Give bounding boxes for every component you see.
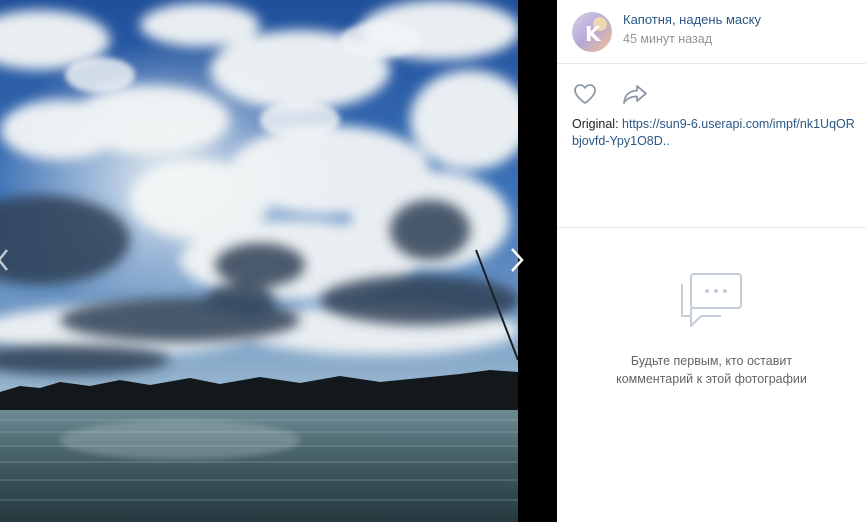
previous-photo-button[interactable] — [0, 240, 12, 280]
author-block: K Капотня, надень маску 45 минут назад — [557, 0, 866, 64]
like-button[interactable] — [572, 82, 598, 106]
avatar[interactable]: K — [572, 11, 612, 52]
share-arrow-icon — [623, 85, 647, 104]
photo-area — [0, 0, 557, 522]
chevron-left-icon — [0, 249, 8, 271]
empty-comments: Будьте первым, кто оставит комментарий к… — [557, 272, 866, 388]
original-source: Original: https://sun9-6.userapi.com/imp… — [572, 116, 857, 150]
post-time: 45 минут назад — [623, 32, 712, 46]
next-photo-button[interactable] — [505, 240, 529, 280]
share-button[interactable] — [622, 82, 648, 106]
svg-text:K: K — [585, 22, 602, 46]
empty-comments-line-1: Будьте первым, кто оставит — [630, 354, 793, 368]
heart-icon — [574, 84, 596, 104]
action-bar — [572, 82, 851, 106]
author-meta: Капотня, надень маску 45 минут назад — [623, 12, 761, 47]
photo-viewer: K Капотня, надень маску 45 минут назад O… — [0, 0, 866, 522]
actions-block: Original: https://sun9-6.userapi.com/imp… — [557, 64, 866, 228]
empty-comments-line-2: комментарий к этой фотографии — [616, 372, 807, 386]
chevron-right-icon — [511, 248, 524, 272]
photo[interactable] — [0, 0, 518, 522]
original-label: Original: — [572, 117, 619, 131]
author-name-link[interactable]: Капотня, надень маску — [623, 12, 761, 28]
empty-comments-text: Будьте первым, кто оставит комментарий к… — [557, 352, 866, 388]
photo-info-panel: K Капотня, надень маску 45 минут назад O… — [557, 0, 866, 522]
comments-icon — [680, 273, 742, 327]
